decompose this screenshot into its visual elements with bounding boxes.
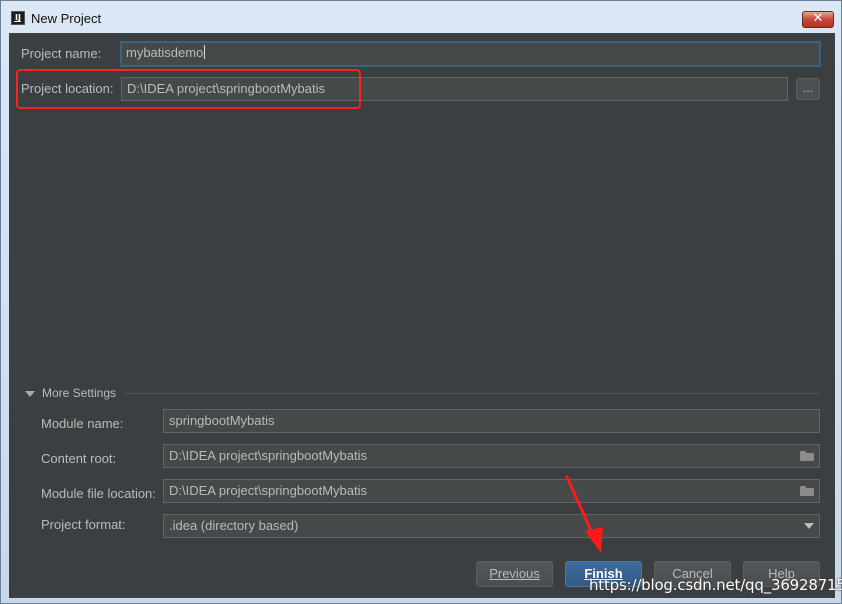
more-settings-title[interactable]: More Settings (42, 386, 116, 400)
content-root-field[interactable]: D:\IDEA project\springbootMybatis (163, 444, 820, 468)
dialog-content: Project name: mybatisdemo Project locati… (9, 33, 835, 598)
text-caret (204, 45, 206, 59)
new-project-dialog: IJ New Project ✕ Project name: mybatisde… (0, 0, 842, 604)
collapse-triangle-icon[interactable] (25, 391, 35, 397)
project-name-value: mybatisdemo (126, 45, 204, 60)
project-format-select[interactable]: .idea (directory based) (163, 514, 820, 538)
window-title: New Project (31, 11, 102, 26)
intellij-icon: IJ (11, 11, 25, 25)
previous-button[interactable]: Previous (476, 561, 553, 587)
module-name-label: Module name: (41, 416, 124, 431)
module-file-location-field[interactable]: D:\IDEA project\springbootMybatis (163, 479, 820, 503)
module-file-location-value: D:\IDEA project\springbootMybatis (169, 483, 367, 498)
red-highlight-annotation (16, 69, 361, 109)
project-format-label: Project format: (41, 517, 126, 532)
project-name-label: Project name: (21, 46, 102, 61)
content-root-value: D:\IDEA project\springbootMybatis (169, 448, 367, 463)
close-button[interactable]: ✕ (802, 11, 834, 28)
module-file-folder-icon[interactable] (800, 486, 814, 496)
module-name-value: springbootMybatis (169, 413, 275, 428)
content-root-label: Content root: (41, 451, 117, 466)
title-bar[interactable]: IJ New Project ✕ (1, 1, 841, 35)
project-format-value: .idea (directory based) (169, 518, 299, 533)
module-file-location-label: Module file location: (41, 486, 156, 501)
module-name-field[interactable]: springbootMybatis (163, 409, 820, 433)
content-root-folder-icon[interactable] (800, 451, 814, 461)
watermark-text: https://blog.csdn.net/qq_36928715 (589, 576, 842, 594)
red-arrow-annotation (565, 475, 603, 553)
section-divider (124, 393, 820, 394)
previous-label: Previous (489, 566, 540, 581)
chevron-down-icon[interactable] (804, 523, 814, 529)
browse-location-button[interactable]: ... (796, 78, 820, 100)
project-name-field[interactable]: mybatisdemo (120, 41, 821, 67)
